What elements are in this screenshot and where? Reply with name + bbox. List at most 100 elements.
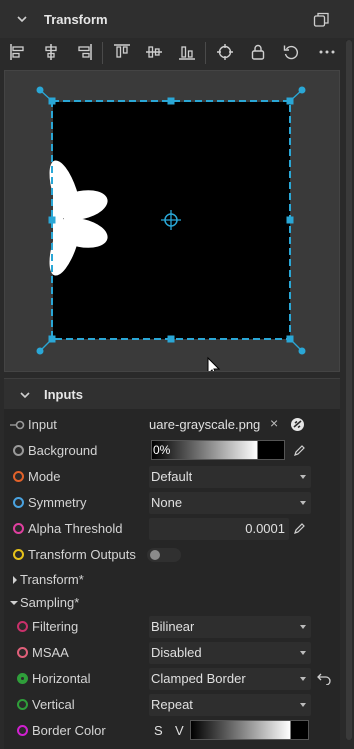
- background-row: Background 0%: [4, 438, 340, 464]
- link-icon[interactable]: [290, 417, 305, 432]
- mode-label: Mode: [28, 469, 61, 484]
- symmetry-dropdown[interactable]: None: [149, 492, 311, 514]
- mode-connector-icon[interactable]: [13, 471, 24, 482]
- border-color-row: Border Color S V: [4, 718, 340, 744]
- input-file-name[interactable]: uare-grayscale.png: [149, 417, 271, 432]
- horizontal-dropdown[interactable]: Clamped Border: [149, 668, 311, 690]
- transform-panel-header[interactable]: Transform: [0, 0, 354, 38]
- edit-pencil-icon[interactable]: [293, 444, 306, 457]
- align-center-v-icon[interactable]: [143, 41, 165, 63]
- mode-dropdown[interactable]: Default: [149, 466, 311, 488]
- reset-icon[interactable]: [280, 41, 302, 63]
- crosshair-icon[interactable]: [214, 41, 236, 63]
- caret-right-icon: [13, 576, 17, 584]
- toolbar-divider: [102, 42, 103, 64]
- scale-handle[interactable]: [48, 216, 56, 224]
- sampling-group-header[interactable]: Sampling*: [4, 592, 340, 614]
- scrollbar-thumb[interactable]: [346, 40, 352, 740]
- caret-down-icon: [10, 601, 18, 605]
- input-label: Input: [28, 417, 57, 432]
- align-center-h-icon[interactable]: [40, 41, 62, 63]
- chevron-down-icon[interactable]: [16, 13, 28, 25]
- toolbar-divider: [205, 42, 206, 64]
- caret-down-icon: [300, 703, 306, 707]
- border-color-connector-icon[interactable]: [17, 725, 28, 736]
- scale-handle[interactable]: [286, 216, 294, 224]
- transform-outputs-connector-icon[interactable]: [13, 549, 24, 560]
- symmetry-row: Symmetry None: [4, 490, 340, 516]
- align-bottom-icon[interactable]: [176, 41, 198, 63]
- undo-icon[interactable]: [317, 672, 331, 685]
- caret-down-icon: [300, 651, 306, 655]
- caret-down-icon: [300, 475, 306, 479]
- more-icon[interactable]: [316, 41, 338, 63]
- inputs-title: Inputs: [44, 387, 83, 402]
- background-gradient-field[interactable]: 0%: [151, 440, 285, 460]
- panel-scrollbar[interactable]: [346, 40, 352, 740]
- mouse-cursor-icon: [207, 356, 221, 371]
- vertical-connector-icon[interactable]: [17, 699, 28, 710]
- rotate-handle[interactable]: [36, 86, 44, 94]
- transform-outputs-row: Transform Outputs: [4, 542, 340, 568]
- lock-icon[interactable]: [247, 41, 269, 63]
- msaa-row: MSAA Disabled: [4, 640, 340, 666]
- border-color-s-button[interactable]: S: [154, 723, 163, 738]
- chevron-down-icon[interactable]: [19, 389, 31, 401]
- inputs-header[interactable]: Inputs: [4, 379, 340, 409]
- msaa-label: MSAA: [32, 645, 69, 660]
- symmetry-connector-icon[interactable]: [13, 497, 24, 508]
- background-connector-icon[interactable]: [13, 445, 24, 456]
- alpha-threshold-row: Alpha Threshold 0.0001: [4, 516, 340, 542]
- horizontal-label: Horizontal: [32, 671, 91, 686]
- scale-handle[interactable]: [167, 335, 175, 343]
- vertical-dropdown[interactable]: Repeat: [149, 694, 311, 716]
- edit-pencil-icon[interactable]: [293, 522, 306, 535]
- horizontal-row: Horizontal Clamped Border: [4, 666, 340, 692]
- rotate-handle[interactable]: [298, 86, 306, 94]
- caret-down-icon: [300, 677, 306, 681]
- filtering-dropdown[interactable]: Bilinear: [149, 616, 311, 638]
- panel-title: Transform: [44, 12, 108, 27]
- msaa-dropdown[interactable]: Disabled: [149, 642, 311, 664]
- caret-down-icon: [300, 501, 306, 505]
- filtering-row: Filtering Bilinear: [4, 614, 340, 640]
- scale-handle[interactable]: [286, 335, 294, 343]
- toggle-knob: [150, 550, 160, 560]
- clear-icon[interactable]: ×: [270, 415, 278, 431]
- transform-canvas[interactable]: [5, 71, 340, 372]
- background-label: Background: [28, 443, 98, 458]
- border-color-label: Border Color: [32, 723, 106, 738]
- rotate-handle[interactable]: [298, 347, 306, 355]
- filtering-connector-icon[interactable]: [17, 621, 28, 632]
- border-color-gradient-field[interactable]: [190, 720, 309, 740]
- symmetry-label: Symmetry: [28, 495, 87, 510]
- border-color-v-button[interactable]: V: [175, 723, 184, 738]
- transform-outputs-label: Transform Outputs: [28, 547, 136, 562]
- scale-handle[interactable]: [48, 335, 56, 343]
- transform-outputs-toggle[interactable]: [147, 548, 181, 562]
- mode-row: Mode Default: [4, 464, 340, 490]
- vertical-label: Vertical: [32, 697, 75, 712]
- inputs-section: Inputs Input uare-grayscale.png × Backgr…: [4, 378, 340, 749]
- alpha-threshold-connector-icon[interactable]: [13, 523, 24, 534]
- popout-icon[interactable]: [313, 11, 330, 28]
- msaa-connector-icon[interactable]: [17, 647, 28, 658]
- align-top-icon[interactable]: [111, 41, 133, 63]
- align-left-icon[interactable]: [7, 41, 29, 63]
- alpha-threshold-field[interactable]: 0.0001: [149, 518, 289, 540]
- rotate-handle[interactable]: [36, 347, 44, 355]
- transform-viewport[interactable]: [4, 70, 340, 372]
- scale-handle[interactable]: [167, 97, 175, 105]
- horizontal-connector-icon[interactable]: [17, 673, 28, 684]
- filtering-label: Filtering: [32, 619, 79, 634]
- vertical-row: Vertical Repeat: [4, 692, 340, 718]
- input-connector-icon[interactable]: [10, 420, 26, 430]
- alpha-threshold-label: Alpha Threshold: [28, 521, 123, 536]
- scale-handle[interactable]: [48, 97, 56, 105]
- scale-handle[interactable]: [286, 97, 294, 105]
- alignment-toolbar: [0, 38, 344, 68]
- transform-group-header[interactable]: Transform*: [4, 569, 340, 591]
- caret-down-icon: [300, 625, 306, 629]
- align-right-icon[interactable]: [73, 41, 95, 63]
- input-row: Input uare-grayscale.png ×: [4, 412, 340, 438]
